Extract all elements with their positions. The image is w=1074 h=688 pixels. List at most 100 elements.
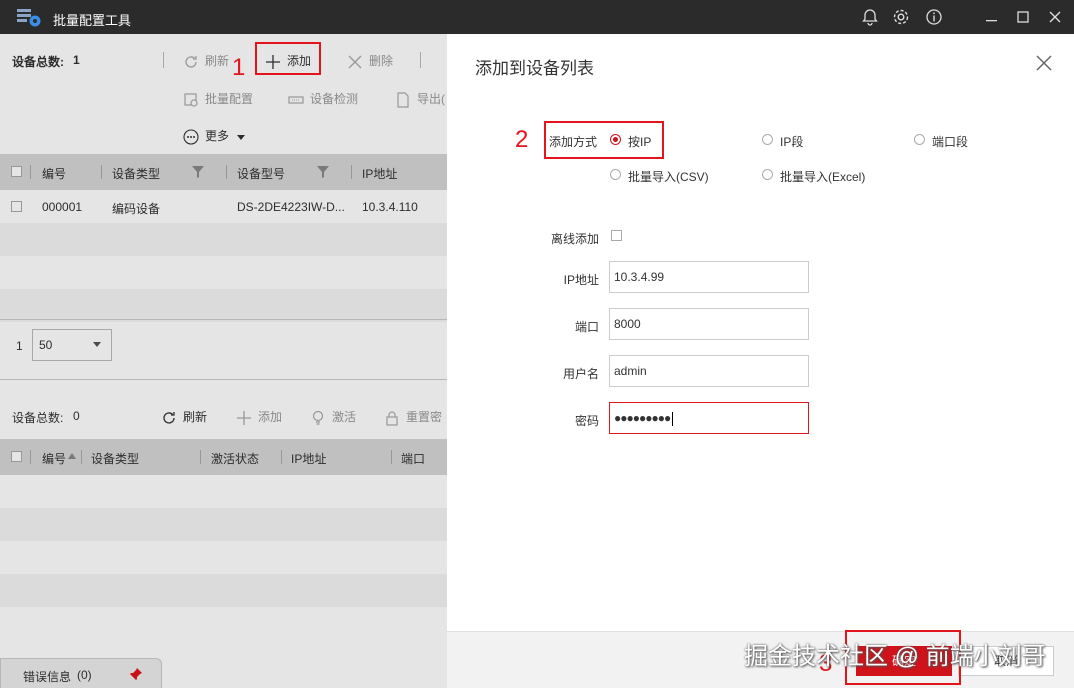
column-divider — [351, 165, 352, 179]
row-checkbox[interactable] — [11, 201, 22, 212]
radio-by-ip[interactable] — [610, 134, 621, 145]
column-header-ip[interactable]: IP地址 — [291, 450, 326, 467]
port-label: 端口 — [574, 320, 599, 334]
bottom-refresh-button[interactable]: 刷新 — [161, 408, 207, 426]
reset-password-button[interactable]: 重置密 — [384, 408, 442, 426]
refresh-button[interactable]: 刷新 — [183, 52, 229, 70]
toolbar-divider — [163, 52, 164, 68]
pin-icon[interactable] — [129, 667, 143, 681]
username-field[interactable]: admin — [609, 355, 809, 387]
column-divider — [281, 450, 282, 464]
plus-icon — [237, 410, 251, 425]
delete-x-icon — [348, 55, 362, 69]
annotation-box-add — [255, 42, 321, 75]
annotation-step-1: 1 — [232, 54, 246, 81]
info-icon[interactable] — [924, 7, 944, 27]
column-header-ip[interactable]: IP地址 — [362, 165, 397, 182]
radio-import-csv[interactable] — [610, 169, 621, 180]
close-window-icon[interactable] — [1045, 7, 1065, 27]
column-divider — [101, 165, 102, 179]
text-cursor — [672, 411, 674, 426]
column-header-id[interactable]: 编号 — [42, 165, 66, 182]
more-button[interactable]: 更多 — [183, 127, 246, 145]
column-header-id[interactable]: 编号 — [42, 450, 66, 467]
port-field[interactable]: 8000 — [609, 308, 809, 340]
settings-gear-icon[interactable] — [891, 7, 911, 27]
activation-table-header: 编号 设备类型 激活状态 IP地址 端口 — [0, 439, 447, 475]
radio-by-ip-label[interactable]: 按IP — [628, 133, 651, 150]
radio-port-range-label[interactable]: 端口段 — [932, 133, 968, 150]
title-bar: 批量配置工具 — [0, 0, 1074, 34]
select-all-checkbox[interactable] — [11, 451, 22, 462]
column-header-port[interactable]: 端口 — [401, 450, 425, 467]
chevron-down-icon — [93, 342, 101, 347]
offline-add-checkbox[interactable] — [611, 230, 622, 241]
radio-port-range[interactable] — [914, 134, 925, 145]
radio-ip-range[interactable] — [762, 134, 773, 145]
username-label: 用户名 — [562, 367, 599, 381]
bottom-refresh-label: 刷新 — [183, 410, 208, 424]
delete-button[interactable]: 删除 — [347, 52, 393, 70]
column-header-type[interactable]: 设备类型 — [112, 165, 160, 182]
close-icon[interactable] — [1035, 54, 1053, 72]
password-field[interactable]: ●●●●●●●●● — [609, 402, 809, 434]
page-number[interactable]: 1 — [16, 339, 23, 353]
column-divider — [391, 450, 392, 464]
toolbar-divider — [420, 52, 421, 68]
empty-row — [0, 574, 447, 607]
batch-config-label: 批量配置 — [205, 92, 254, 106]
pager-divider — [0, 319, 447, 320]
error-info-count: (0) — [77, 668, 92, 682]
radio-ip-range-label[interactable]: IP段 — [780, 133, 803, 150]
minimize-icon[interactable] — [982, 7, 1002, 27]
empty-row — [0, 607, 447, 640]
export-label: 导出( — [417, 92, 445, 106]
device-check-button[interactable]: 设备检测 — [288, 90, 358, 108]
device-total-count: 1 — [73, 53, 80, 67]
select-all-checkbox[interactable] — [11, 166, 22, 177]
radio-import-excel-label[interactable]: 批量导入(Excel) — [780, 168, 865, 185]
column-divider — [200, 450, 201, 464]
notification-bell-icon[interactable] — [860, 7, 880, 27]
batch-config-button[interactable]: 批量配置 — [183, 90, 253, 108]
password-mask: ●●●●●●●●● — [614, 411, 671, 425]
maximize-icon[interactable] — [1013, 7, 1033, 27]
offline-add-label: 离线添加 — [550, 232, 599, 246]
column-divider — [30, 450, 31, 464]
column-divider — [226, 165, 227, 179]
ip-address-field[interactable]: 10.3.4.99 — [609, 261, 809, 293]
app-logo-icon — [17, 9, 41, 27]
sort-asc-icon[interactable] — [68, 453, 76, 459]
column-divider — [81, 450, 82, 464]
reset-password-label: 重置密 — [406, 410, 443, 424]
activate-button[interactable]: 激活 — [310, 408, 356, 426]
delete-label: 删除 — [369, 54, 394, 68]
filter-icon[interactable] — [317, 166, 329, 178]
empty-row — [0, 508, 447, 541]
bottom-add-button[interactable]: 添加 — [236, 408, 282, 426]
device-total-label: 设备总数: — [12, 55, 64, 69]
dialog-footer: 确定 取消 3 掘金技术社区 @ 前端小刘哥 — [447, 630, 1074, 688]
page-size-select[interactable]: 50 — [32, 329, 112, 361]
batch-config-icon — [184, 93, 198, 107]
table-row[interactable]: 000001 编码设备 DS-2DE4223IW-D... 10.3.4.110 — [0, 190, 447, 223]
add-device-dialog: 添加到设备列表 2 添加方式 按IP IP段 端口段 批量导入(CSV) 批量导… — [447, 34, 1074, 688]
reset-lock-icon — [386, 411, 398, 426]
device-list-pane: 设备总数: 1 刷新 添加 删除 批量配置 设备检测 导出( 更多 编号 设备类… — [0, 34, 447, 688]
page-size-value: 50 — [39, 338, 53, 352]
device-table-header: 编号 设备类型 设备型号 IP地址 — [0, 154, 447, 190]
filter-icon[interactable] — [192, 166, 204, 178]
activation-total-count: 0 — [73, 409, 80, 423]
radio-import-csv-label[interactable]: 批量导入(CSV) — [628, 168, 709, 185]
export-button[interactable]: 导出( — [395, 90, 445, 108]
empty-row — [0, 223, 447, 256]
panel-divider — [0, 379, 447, 380]
device-check-label: 设备检测 — [310, 92, 359, 106]
row-id: 000001 — [42, 200, 83, 214]
error-info-tab[interactable]: 错误信息 (0) — [0, 658, 162, 688]
column-header-model[interactable]: 设备型号 — [237, 165, 285, 182]
empty-row — [0, 256, 447, 289]
column-header-status[interactable]: 激活状态 — [211, 450, 259, 467]
radio-import-excel[interactable] — [762, 169, 773, 180]
column-header-type[interactable]: 设备类型 — [91, 450, 139, 467]
